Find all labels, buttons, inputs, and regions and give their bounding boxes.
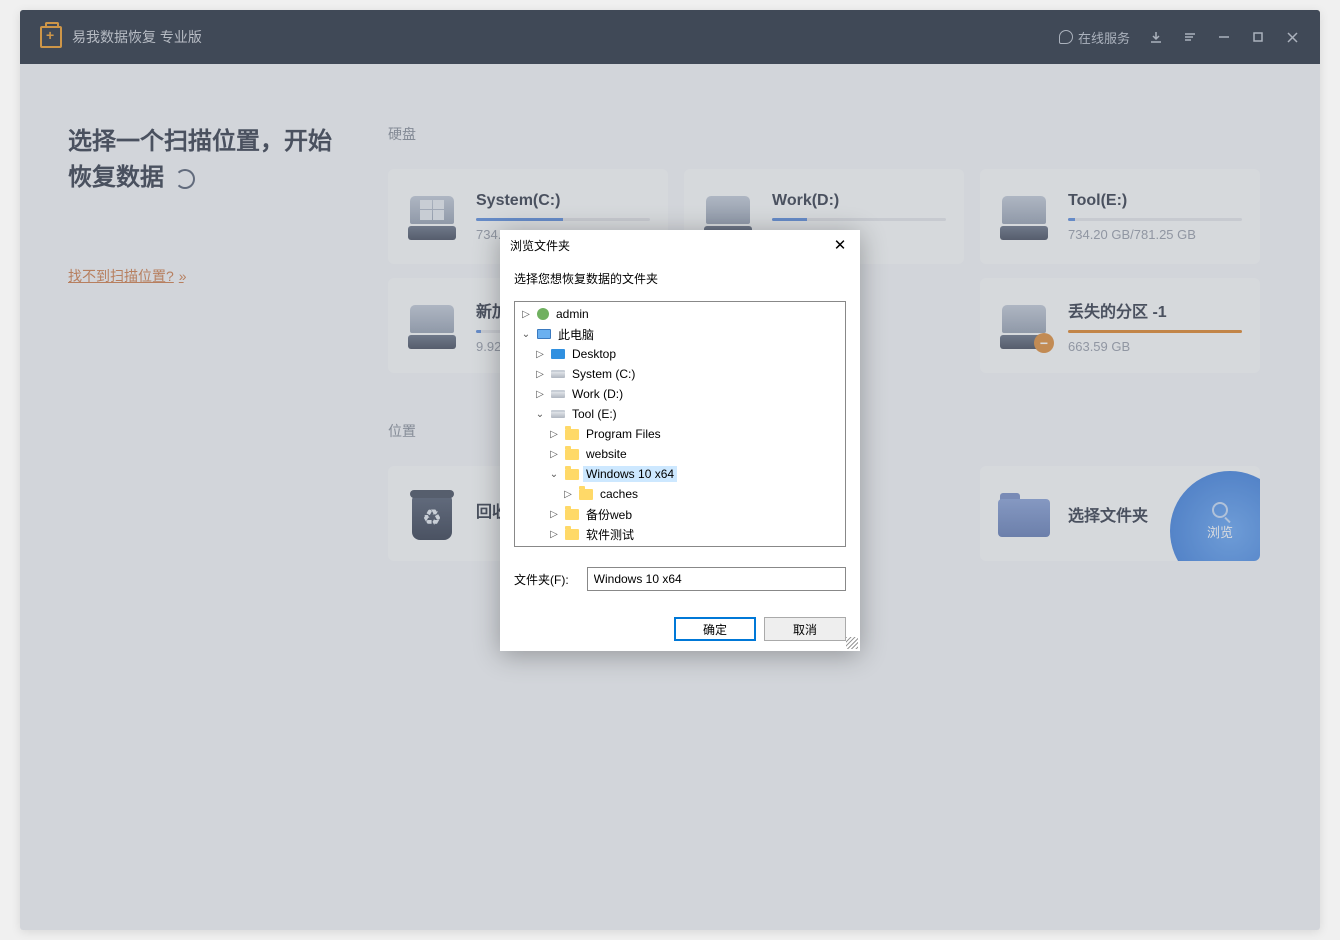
folder-name-input[interactable] [587,567,846,591]
folder-tree[interactable]: ▷admin ⌄此电脑 ▷Desktop ▷System (C:) ▷Work … [514,301,846,547]
tree-item-desktop[interactable]: ▷Desktop [515,344,845,364]
dialog-subtitle: 选择您想恢复数据的文件夹 [500,260,860,301]
dialog-close-button[interactable]: ✕ [830,235,850,255]
tree-item-system-c[interactable]: ▷System (C:) [515,364,845,384]
tree-item-caches[interactable]: ▷caches [515,484,845,504]
tree-item-tool-e[interactable]: ⌄Tool (E:) [515,404,845,424]
tree-item-admin[interactable]: ▷admin [515,304,845,324]
dialog-titlebar: 浏览文件夹 ✕ [500,230,860,260]
tree-item-windows10[interactable]: ⌄Windows 10 x64 [515,464,845,484]
tree-item-work-d[interactable]: ▷Work (D:) [515,384,845,404]
tree-item-website[interactable]: ▷website [515,444,845,464]
tree-item-soft-test[interactable]: ▷软件测试 [515,524,845,544]
cancel-button[interactable]: 取消 [764,617,846,641]
browse-folder-dialog: 浏览文件夹 ✕ 选择您想恢复数据的文件夹 ▷admin ⌄此电脑 ▷Deskto… [500,230,860,651]
dialog-title: 浏览文件夹 [510,237,830,254]
tree-item-backup-web[interactable]: ▷备份web [515,504,845,524]
folder-field-label: 文件夹(F): [514,571,569,588]
tree-item-program-files[interactable]: ▷Program Files [515,424,845,444]
resize-grip[interactable] [846,637,858,649]
tree-item-this-pc[interactable]: ⌄此电脑 [515,324,845,344]
ok-button[interactable]: 确定 [674,617,756,641]
app-window: 易我数据恢复 专业版 在线服务 选择一个扫描位置，开始恢复数据 找不到扫描位置?… [20,10,1320,930]
